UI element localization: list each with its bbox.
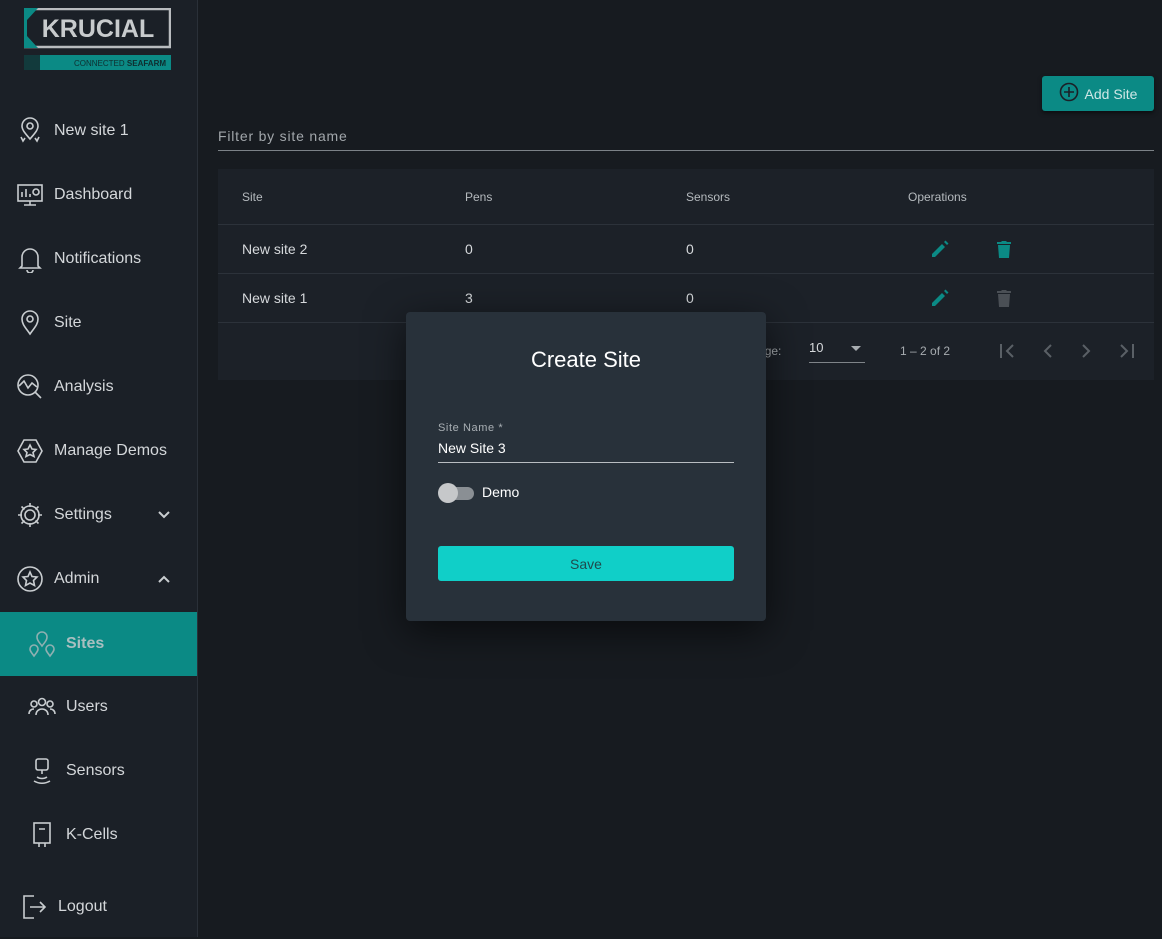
sensor-icon (28, 757, 56, 785)
multi-pin-icon (28, 630, 56, 658)
location-pin-icon (16, 309, 44, 337)
sidebar-item-sensors[interactable]: Sensors (0, 739, 197, 803)
delete-icon[interactable] (994, 239, 1014, 262)
header-pens: Pens (465, 190, 493, 204)
logout-icon (20, 893, 48, 921)
sidebar-item-site[interactable]: Site (0, 291, 197, 355)
prev-page-icon[interactable] (1038, 342, 1058, 363)
edit-icon[interactable] (930, 288, 950, 311)
demo-toggle[interactable] (438, 483, 474, 503)
dialog-title: Create Site (530, 347, 642, 372)
svg-text:KRUCIAL: KRUCIAL (42, 15, 155, 43)
first-page-icon[interactable] (998, 342, 1018, 363)
dropdown-arrow-icon (851, 346, 861, 351)
plus-circle-icon (1059, 82, 1079, 105)
next-page-icon[interactable] (1076, 342, 1096, 363)
sidebar-item-sites[interactable]: Sites (0, 612, 197, 676)
page-range: 1 – 2 of 2 (900, 344, 951, 358)
logout-button[interactable]: Logout (0, 875, 197, 939)
filter-input[interactable]: Filter by site name (218, 122, 1154, 151)
site-cell: New site 2 (242, 241, 308, 257)
edit-icon[interactable] (930, 239, 950, 262)
site-name-input[interactable]: New Site 3 (438, 440, 734, 463)
users-icon (28, 693, 56, 721)
sidebar-item-admin[interactable]: Admin (0, 547, 197, 611)
kcell-icon (28, 821, 56, 849)
sidebar-item-users[interactable]: Users (0, 675, 197, 739)
chevron-up-icon[interactable] (157, 571, 171, 587)
pens-cell: 3 (465, 290, 473, 306)
sidebar-item-notifications[interactable]: Notifications (0, 227, 197, 291)
save-button[interactable]: Save (438, 546, 734, 581)
sidebar: KRUCIAL CONNECTED SEAFARM New site 1 Das… (0, 0, 198, 937)
table-row: New site 2 0 0 (218, 225, 1154, 274)
header-sensors: Sensors (686, 190, 731, 204)
star-circle-icon (16, 565, 44, 593)
sensors-cell: 0 (686, 290, 694, 306)
add-site-button[interactable]: Add Site (1042, 76, 1154, 111)
pens-cell: 0 (465, 241, 473, 257)
sidebar-item-dashboard[interactable]: Dashboard (0, 163, 197, 227)
sensors-cell: 0 (686, 241, 694, 257)
bell-icon (16, 245, 44, 273)
header-operations: Operations (908, 190, 967, 204)
krucial-logo: KRUCIAL CONNECTED SEAFARM (24, 8, 171, 70)
delete-icon-disabled (994, 288, 1014, 311)
sidebar-item-k-cells[interactable]: K-Cells (0, 803, 197, 867)
sidebar-item-analysis[interactable]: Analysis (0, 355, 197, 419)
analysis-icon (16, 373, 44, 401)
sidebar-item-new-site-1[interactable]: New site 1 (0, 99, 197, 163)
star-hexagon-icon (16, 437, 44, 465)
chevron-down-icon[interactable] (157, 507, 171, 523)
table-header: Site Pens Sensors Operations (218, 169, 1154, 225)
page-size-select[interactable]: 10 (809, 340, 865, 363)
sidebar-item-manage-demos[interactable]: Manage Demos (0, 419, 197, 483)
header-site: Site (242, 190, 263, 204)
site-cell: New site 1 (242, 290, 308, 306)
svg-text:CONNECTED SEAFARM: CONNECTED SEAFARM (74, 59, 166, 68)
sidebar-item-settings[interactable]: Settings (0, 483, 197, 547)
last-page-icon[interactable] (1116, 342, 1136, 363)
demo-label: Demo (482, 484, 520, 500)
dashboard-icon (16, 181, 44, 209)
location-pin-icon (16, 117, 44, 145)
create-site-dialog: Create Site Site Name * New Site 3 Demo … (406, 312, 766, 621)
site-name-label: Site Name * (438, 422, 504, 434)
gear-icon (16, 501, 44, 529)
